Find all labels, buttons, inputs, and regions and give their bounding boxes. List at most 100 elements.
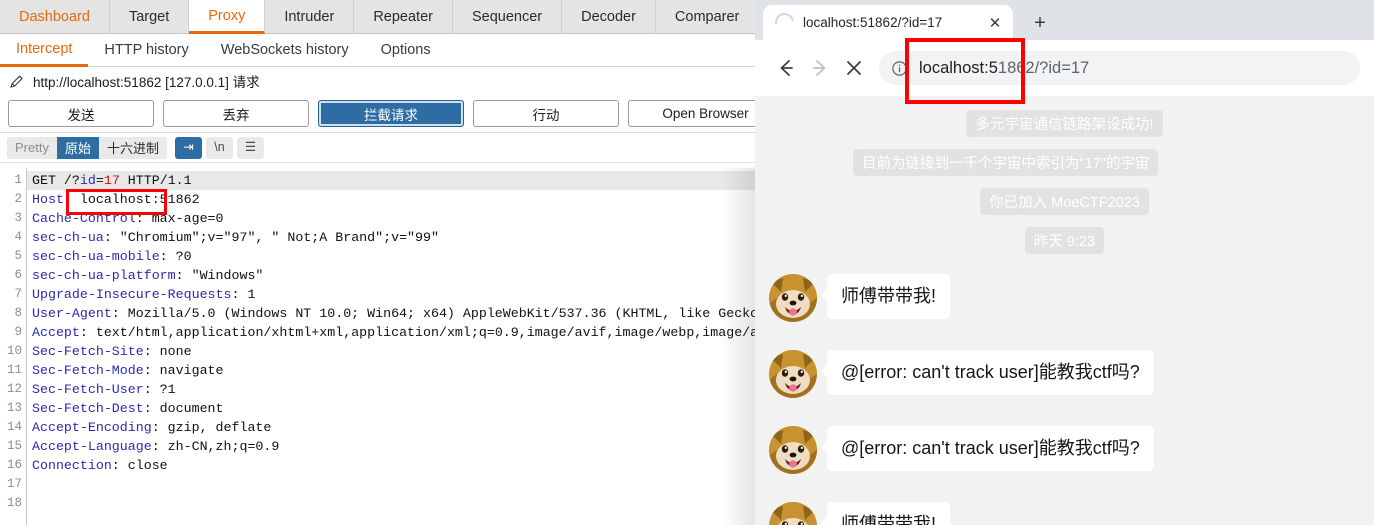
line-number: 8 xyxy=(14,306,22,320)
back-button[interactable] xyxy=(769,51,803,85)
request-code[interactable]: GET /?id=17 HTTP/1.1 Host: localhost:5186… xyxy=(27,168,755,525)
system-message-row: 多元宇宙通信链路架设成功! xyxy=(755,110,1374,137)
button-label: 拦截请求 xyxy=(364,107,418,123)
code-token: : localhost:51862 xyxy=(63,192,200,207)
chat-message-row: 师傅带带我! xyxy=(755,502,1374,525)
subtab-label: WebSockets history xyxy=(220,42,349,58)
button-action-1[interactable]: 丢弃 xyxy=(163,100,309,127)
close-tab-icon[interactable]: ✕ xyxy=(985,13,1005,33)
chat-message-row: @[error: can't track user]能教我ctf吗? xyxy=(755,426,1374,474)
code-token: User-Agent xyxy=(32,306,112,321)
code-token: sec-ch-ua-platform xyxy=(32,268,176,283)
subtab-websockets-history[interactable]: WebSockets history xyxy=(205,34,365,66)
code-token: : document xyxy=(143,401,224,416)
forward-button[interactable] xyxy=(803,51,837,85)
avatar[interactable] xyxy=(769,426,817,474)
burp-format-toolbar: Pretty 原始 十六进制 ⇥ \n ☰ xyxy=(0,133,755,163)
line-number: 15 xyxy=(6,439,22,453)
subtab-options[interactable]: Options xyxy=(365,34,447,66)
newline-icon[interactable]: \n xyxy=(206,136,233,159)
address-bar[interactable]: localhost:51862/?id=17 xyxy=(879,51,1360,85)
subtab-http-history[interactable]: HTTP history xyxy=(88,34,204,66)
bubble-tail xyxy=(821,516,828,525)
avatar[interactable] xyxy=(769,274,817,322)
request-line: Cache-Control: max-age=0 xyxy=(27,209,755,228)
browser-tab[interactable]: localhost:51862/?id=17 ✕ xyxy=(763,5,1013,40)
code-token: Host xyxy=(32,192,64,207)
wrap-lines-icon[interactable]: ⇥ xyxy=(175,136,202,159)
request-line: Sec-Fetch-User: ?1 xyxy=(27,380,755,399)
code-token: : max-age=0 xyxy=(135,211,224,226)
format-tab-2[interactable]: 十六进制 xyxy=(99,137,167,159)
code-token: Cache-Control xyxy=(32,211,136,226)
tab-comparer[interactable]: Comparer xyxy=(656,0,755,33)
tab-decoder[interactable]: Decoder xyxy=(562,0,656,33)
request-line xyxy=(27,494,755,513)
button-action-2[interactable]: 拦截请求 xyxy=(318,100,464,127)
site-info-icon[interactable] xyxy=(891,60,908,77)
line-number: 13 xyxy=(6,401,22,415)
code-token: : ?0 xyxy=(159,249,192,264)
request-editor[interactable]: 1 2 3 4 5 6 7 8 9 10 11 12 13 14 15 16 17 18 GET /?id=17 … xyxy=(0,168,755,525)
page-content: 多元宇宙通信链路架设成功! 目前为链接到一千个宇宙中索引为"17"的宇宙 你已加入 … xyxy=(755,96,1374,525)
code-token: : "Windows" xyxy=(175,268,264,283)
tab-dashboard[interactable]: Dashboard xyxy=(0,0,110,33)
subtab-label: HTTP history xyxy=(104,42,189,58)
button-open-browser[interactable]: Open Browser xyxy=(628,100,755,127)
chat-message: 师傅带带我! xyxy=(827,502,951,525)
tab-repeater[interactable]: Repeater xyxy=(354,0,453,33)
avatar[interactable] xyxy=(769,350,817,398)
line-number: 6 xyxy=(14,268,22,282)
address-bar-text: localhost:51862/?id=17 xyxy=(919,59,1089,78)
request-line xyxy=(27,475,755,494)
tab-proxy[interactable]: Proxy xyxy=(189,0,266,34)
button-action-0[interactable]: 发送 xyxy=(8,100,154,127)
request-url-label: http://localhost:51862 [127.0.0.1] 请求 xyxy=(33,75,260,90)
code-token: : ?1 xyxy=(143,382,176,397)
tab-target[interactable]: Target xyxy=(110,0,190,33)
new-tab-icon[interactable]: + xyxy=(1027,10,1053,36)
request-line: Accept: text/html,application/xhtml+xml,… xyxy=(27,323,755,342)
button-label: 发送 xyxy=(67,107,95,123)
subtab-label: Options xyxy=(380,42,431,58)
request-line: Accept-Encoding: gzip, deflate xyxy=(27,418,755,437)
line-number: 9 xyxy=(14,325,22,339)
browser-toolbar: localhost:51862/?id=17 xyxy=(755,40,1374,96)
tab-label: Proxy xyxy=(208,7,246,24)
avatar[interactable] xyxy=(769,502,817,525)
subtab-intercept[interactable]: Intercept xyxy=(0,34,89,67)
format-tab-group: Pretty 原始 十六进制 xyxy=(7,136,167,159)
chat-message: 师傅带带我! xyxy=(827,274,951,319)
button-action-3[interactable]: 行动 xyxy=(473,100,619,127)
tab-label: Repeater xyxy=(373,8,433,25)
menu-icon[interactable]: ☰ xyxy=(237,136,264,159)
address-bar-host: localhost:5 xyxy=(919,58,998,77)
intercepted-request-header: http://localhost:51862 [127.0.0.1] 请求 xyxy=(0,67,755,95)
code-token: id xyxy=(79,173,96,188)
burp-action-buttons: 发送 丢弃 拦截请求 行动 Open Browser xyxy=(0,95,755,133)
line-number: 1 xyxy=(14,173,22,187)
code-token: Accept xyxy=(32,325,80,340)
system-message-row: 昨天 9:23 xyxy=(755,227,1374,254)
loading-spinner-icon xyxy=(771,9,798,36)
system-message: 目前为链接到一千个宇宙中索引为"17"的宇宙 xyxy=(853,149,1159,176)
request-line: Host: localhost:51862 xyxy=(27,190,755,209)
code-token: sec-ch-ua-mobile xyxy=(32,249,160,264)
format-tab-0[interactable]: Pretty xyxy=(7,137,57,159)
request-line: Sec-Fetch-Site: none xyxy=(27,342,755,361)
tab-label: Dashboard xyxy=(19,8,90,25)
code-token: Connection xyxy=(32,458,112,473)
code-token: : zh-CN,zh;q=0.9 xyxy=(151,439,280,454)
line-number: 18 xyxy=(6,496,22,510)
chat-message: @[error: can't track user]能教我ctf吗? xyxy=(827,426,1154,471)
tab-sequencer[interactable]: Sequencer xyxy=(453,0,563,33)
tab-intruder[interactable]: Intruder xyxy=(265,0,355,33)
format-tab-1[interactable]: 原始 xyxy=(56,136,99,159)
stop-loading-button[interactable] xyxy=(837,51,871,85)
newline-icon-glyph: \n xyxy=(214,140,225,155)
code-token: Sec-Fetch-Dest xyxy=(32,401,144,416)
line-number: 7 xyxy=(14,287,22,301)
